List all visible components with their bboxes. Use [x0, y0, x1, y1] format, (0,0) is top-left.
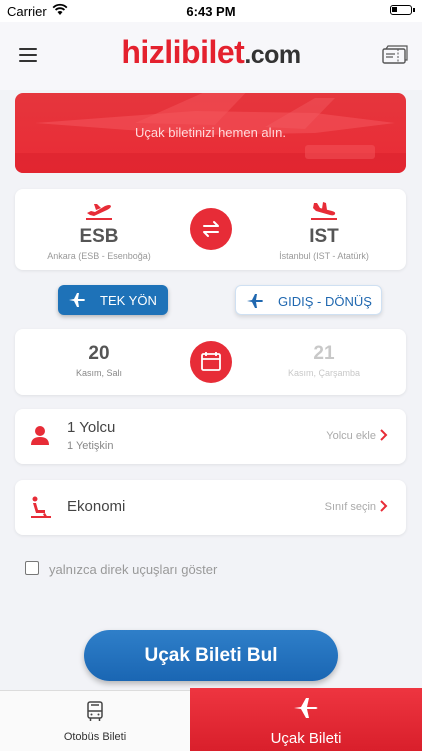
airplane-icon — [247, 294, 263, 308]
swap-icon — [203, 221, 219, 237]
chevron-right-icon — [380, 429, 388, 441]
cabin-class-selector[interactable]: Ekonomi Sınıf seçin — [15, 480, 406, 535]
tab-bus-label: Otobüs Bileti — [63, 731, 127, 743]
tab-flight-ticket[interactable]: Uçak Bileti — [190, 688, 422, 751]
origin-airport[interactable]: ESB Ankara (ESB - Esenboğa) — [29, 199, 169, 261]
promo-banner: Uçak biletinizi hemen alın. — [15, 93, 406, 173]
passenger-icon — [31, 426, 49, 445]
battery-tip — [413, 8, 415, 12]
chevron-right-icon — [380, 500, 388, 512]
airplane-icon — [294, 698, 318, 718]
tab-bus-ticket[interactable]: Otobüs Bileti — [0, 691, 190, 751]
calendar-icon — [201, 352, 221, 371]
seat-icon — [31, 496, 51, 518]
one-way-label: TEK YÖN — [100, 293, 157, 308]
airplane-icon — [69, 293, 85, 307]
passengers-selector[interactable]: 1 Yolcu 1 Yetişkin Yolcu ekle — [15, 409, 406, 464]
destination-code: IST — [309, 226, 339, 247]
passenger-breakdown: 1 Yetişkin — [67, 440, 114, 452]
battery-icon — [390, 5, 412, 15]
tab-bar: Otobüs Bileti Uçak Bileti — [0, 688, 422, 751]
round-trip-label: GIDIŞ - DÖNÜŞ — [278, 294, 372, 309]
logo-brand: hizlibilet — [121, 34, 245, 70]
departure-label: Kasım, Salı — [75, 368, 122, 378]
status-bar: Carrier 6:43 PM — [0, 0, 422, 22]
swap-airports-button[interactable] — [190, 208, 232, 250]
origin-code: ESB — [79, 226, 119, 247]
round-trip-button[interactable]: GIDIŞ - DÖNÜŞ — [235, 285, 382, 315]
search-flights-button[interactable]: Uçak Bileti Bul — [84, 630, 338, 681]
passenger-count: 1 Yolcu — [67, 419, 116, 436]
destination-airport[interactable]: IST İstanbul (IST - Atatürk) — [254, 199, 394, 261]
return-label: Kasım, Çarşamba — [287, 368, 361, 378]
add-passenger-label: Yolcu ekle — [326, 430, 376, 442]
select-class-label: Sınıf seçin — [324, 501, 376, 513]
ticket-icon[interactable] — [382, 44, 408, 66]
bus-icon — [87, 701, 103, 721]
direct-flights-label: yalnızca direk uçuşları göster — [49, 562, 218, 577]
destination-name: İstanbul (IST - Atatürk) — [279, 251, 369, 261]
clock: 6:43 PM — [186, 4, 236, 19]
dates-card: 20 Kasım, Salı 21 Kasım, Çarşamba — [15, 329, 406, 395]
takeoff-icon — [86, 204, 112, 220]
direct-flights-checkbox[interactable] — [25, 561, 39, 575]
origin-name: Ankara (ESB - Esenboğa) — [47, 251, 151, 261]
tab-flight-label: Uçak Bileti — [270, 730, 342, 747]
banner-text: Uçak biletinizi hemen alın. — [134, 125, 287, 140]
departure-day: 20 — [88, 343, 110, 364]
calendar-button[interactable] — [190, 341, 232, 383]
search-button-label: Uçak Bileti Bul — [144, 645, 278, 666]
return-day: 21 — [313, 343, 335, 364]
one-way-button[interactable]: TEK YÖN — [58, 285, 168, 315]
route-card: ESB Ankara (ESB - Esenboğa) IST İstanbul… — [15, 189, 406, 270]
hizlibilet-logo: hizlibilet.com — [0, 34, 422, 71]
departure-date[interactable]: 20 Kasım, Salı — [29, 343, 169, 378]
nav-bar: hizlibilet.com — [0, 22, 422, 90]
return-date[interactable]: 21 Kasım, Çarşamba — [254, 343, 394, 378]
logo-tld: .com — [244, 41, 301, 69]
landing-icon — [311, 202, 337, 220]
cabin-class-value: Ekonomi — [67, 498, 126, 515]
